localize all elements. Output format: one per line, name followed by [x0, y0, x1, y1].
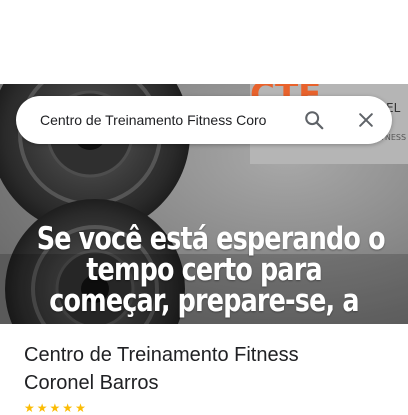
search-icon: [305, 111, 324, 130]
rating-row: ★ ★ ★ ★ ★: [24, 401, 86, 415]
close-icon: [359, 113, 373, 127]
star-icon: ★: [24, 401, 35, 415]
search-bar[interactable]: Centro de Treinamento Fitness Coro: [16, 96, 392, 144]
close-button[interactable]: [352, 106, 380, 134]
place-title-line: Coronel Barros: [24, 372, 159, 394]
search-button[interactable]: [300, 106, 328, 134]
overlay-line: começar, prepare-se, a: [49, 283, 359, 319]
star-icon: ★: [36, 401, 48, 415]
place-title-line: Centro de Treinamento Fitness: [24, 344, 299, 366]
overlay-line: Se você está esperando o: [36, 221, 386, 257]
map-top-area: [0, 0, 408, 84]
star-icon: ★: [62, 401, 74, 415]
overlay-line: tempo certo para: [86, 252, 322, 288]
place-title: Centro de Treinamento Fitness Coronel Ba…: [24, 341, 394, 397]
star-icon: ★: [49, 401, 61, 415]
photo-overlay-text: Se você está esperando o tempo certo par…: [36, 221, 386, 319]
search-input[interactable]: Centro de Treinamento Fitness Coro: [40, 96, 288, 144]
star-icon: ★: [75, 401, 86, 415]
